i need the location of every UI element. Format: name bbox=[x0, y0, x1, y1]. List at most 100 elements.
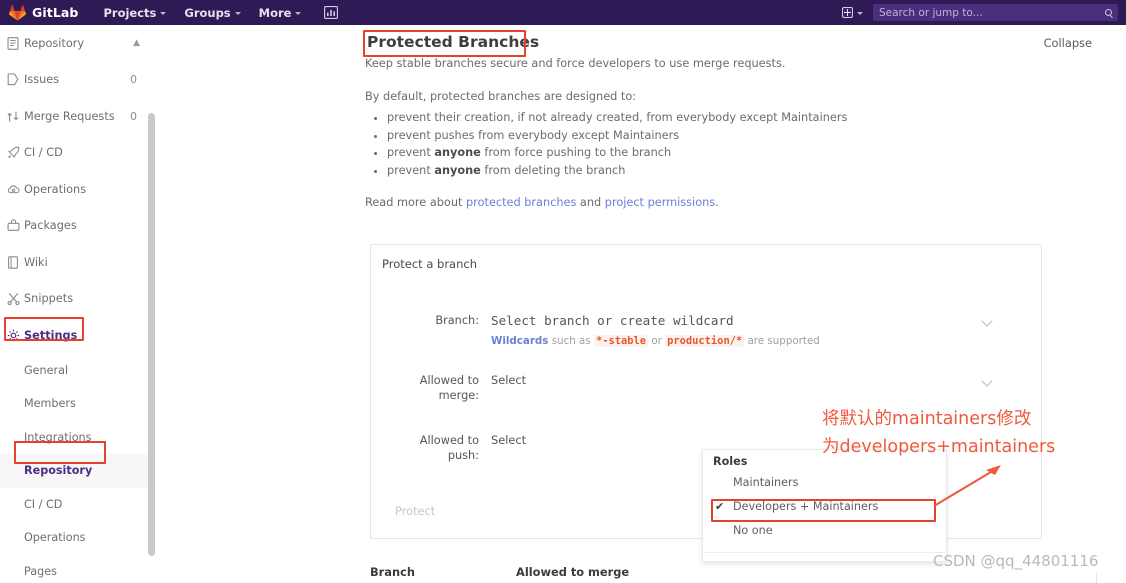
navbar-item-projects[interactable]: Projects bbox=[94, 0, 175, 25]
watermark: CSDN @qq_44801116 bbox=[933, 552, 1099, 570]
sidebar-item-repository[interactable]: Repository ▲ bbox=[0, 25, 148, 62]
annotation-note: 将默认的maintainers修改 为developers+maintainer… bbox=[822, 405, 1122, 461]
book-icon bbox=[7, 256, 24, 269]
page-title: Protected Branches bbox=[367, 33, 540, 51]
roles-dropdown-menu: Roles Maintainers ✔ Developers + Maintai… bbox=[702, 449, 947, 562]
table-header-branch: Branch bbox=[370, 565, 415, 579]
sidebar-item-ci-cd-settings[interactable]: CI / CD bbox=[0, 488, 148, 522]
allowed-to-push-label-line2: push: bbox=[447, 449, 479, 462]
branch-select[interactable]: Select branch or create wildcard Wildcar… bbox=[491, 313, 993, 347]
sidebar-item-packages[interactable]: Packages bbox=[0, 208, 148, 245]
sidebar-item-general[interactable]: General bbox=[0, 354, 148, 388]
allowed-to-merge-label-line2: merge: bbox=[438, 389, 479, 402]
sidebar-item-merge-requests[interactable]: Merge Requests 0 bbox=[0, 98, 148, 135]
search-icon[interactable] bbox=[1105, 9, 1112, 16]
navbar-item-groups[interactable]: Groups bbox=[175, 0, 249, 25]
gear-icon bbox=[7, 329, 24, 342]
chevron-down-icon bbox=[857, 12, 863, 15]
branch-wildcard-hint: Wildcards such as *-stable or production… bbox=[491, 335, 991, 347]
navbar-brand[interactable]: GitLab bbox=[32, 5, 78, 20]
allowed-to-merge-value: Select bbox=[491, 373, 527, 387]
rocket-icon bbox=[7, 146, 24, 159]
sidebar-item-settings[interactable]: Settings bbox=[0, 317, 148, 354]
sidebar-item-members-label: Members bbox=[24, 397, 76, 411]
sidebar-item-ci-cd[interactable]: CI / CD bbox=[0, 135, 148, 172]
branch-label: Branch: bbox=[435, 314, 479, 327]
chevron-up-icon[interactable]: ▲ bbox=[133, 38, 140, 48]
cloud-icon bbox=[7, 183, 24, 196]
sidebar-item-members[interactable]: Members bbox=[0, 387, 148, 421]
wildcards-link[interactable]: Wildcards bbox=[491, 335, 548, 347]
branch-select-value: Select branch or create wildcard bbox=[491, 313, 734, 328]
chevron-down-icon bbox=[160, 12, 167, 15]
roles-option-maintainers-label: Maintainers bbox=[733, 475, 799, 489]
sidebar-item-operations[interactable]: Operations bbox=[0, 171, 148, 208]
sidebar-item-repository-label: Repository bbox=[24, 36, 85, 50]
annotation-note-line2: 为developers+maintainers bbox=[822, 437, 1056, 457]
list-item-emphasis: anyone bbox=[434, 146, 481, 160]
navbar-item-more-label: More bbox=[258, 5, 292, 20]
navbar-item-more[interactable]: More bbox=[250, 0, 311, 25]
gitlab-fox-logo-icon[interactable] bbox=[0, 4, 30, 21]
roles-option-maintainers[interactable]: Maintainers bbox=[703, 470, 946, 494]
sidebar-item-pages-label: Pages bbox=[24, 564, 57, 578]
top-navbar: GitLab Projects Groups More Search or ju… bbox=[0, 0, 1126, 25]
allowed-to-merge-label-line1: Allowed to bbox=[419, 374, 479, 387]
search-placeholder: Search or jump to... bbox=[879, 6, 983, 19]
sidebar-item-operations-settings[interactable]: Operations bbox=[0, 521, 148, 555]
roles-option-no-one-label: No one bbox=[733, 523, 773, 537]
allowed-to-merge-select[interactable]: Select bbox=[491, 373, 993, 403]
page-subtitle: Keep stable branches secure and force de… bbox=[365, 57, 786, 70]
sidebar-item-integrations[interactable]: Integrations bbox=[0, 421, 148, 455]
repository-icon bbox=[7, 36, 24, 50]
protected-branches-link[interactable]: protected branches bbox=[466, 196, 576, 209]
chevron-down-icon bbox=[234, 12, 241, 15]
list-item-text: prevent bbox=[387, 146, 435, 160]
table-header-allowed-to-merge: Allowed to merge bbox=[516, 565, 630, 579]
card-title: Protect a branch bbox=[382, 257, 477, 271]
wildcard-example-2: production/* bbox=[665, 335, 745, 347]
sidebar-item-ci-cd-label: CI / CD bbox=[24, 146, 63, 160]
sidebar-item-repository-settings[interactable]: Repository bbox=[0, 454, 148, 488]
issues-icon bbox=[7, 73, 24, 86]
sidebar-item-issues-count: 0 bbox=[130, 73, 137, 87]
merge-request-icon bbox=[7, 110, 24, 123]
sidebar-item-merge-requests-label: Merge Requests bbox=[24, 109, 115, 123]
list-item-text: from deleting the branch bbox=[480, 163, 626, 177]
roles-option-no-one[interactable]: No one bbox=[703, 518, 946, 542]
sidebar-scrollbar[interactable] bbox=[148, 113, 155, 556]
read-more-line: Read more about protected branches and p… bbox=[365, 196, 1065, 209]
scissors-icon bbox=[7, 292, 24, 306]
allowed-to-push-label: Allowed to push: bbox=[381, 433, 491, 463]
search-input[interactable]: Search or jump to... bbox=[873, 4, 1118, 21]
read-more-suffix: . bbox=[715, 196, 719, 210]
roles-option-developers-maintainers-label: Developers + Maintainers bbox=[733, 499, 879, 513]
protect-button[interactable]: Protect bbox=[395, 504, 435, 518]
chart-bar-icon[interactable] bbox=[316, 6, 346, 19]
sidebar-item-operations-label: Operations bbox=[24, 182, 87, 196]
list-item-emphasis: anyone bbox=[434, 163, 481, 177]
sidebar-item-issues[interactable]: Issues 0 bbox=[0, 62, 148, 99]
read-more-prefix: Read more about bbox=[365, 196, 467, 210]
read-more-middle: and bbox=[576, 196, 605, 210]
sidebar-item-snippets[interactable]: Snippets bbox=[0, 281, 148, 318]
sidebar-item-settings-label: Settings bbox=[24, 328, 78, 342]
new-item-button[interactable] bbox=[836, 7, 869, 18]
list-item: prevent anyone from force pushing to the… bbox=[387, 144, 1065, 162]
sidebar-item-wiki-label: Wiki bbox=[24, 255, 48, 269]
list-item-text: prevent bbox=[387, 163, 435, 177]
allowed-to-merge-form-row: Allowed to merge: Select bbox=[381, 373, 1006, 403]
navbar-item-projects-label: Projects bbox=[103, 5, 157, 20]
sidebar-item-wiki[interactable]: Wiki bbox=[0, 244, 148, 281]
sidebar-item-pages[interactable]: Pages bbox=[0, 555, 148, 583]
sidebar-item-snippets-label: Snippets bbox=[24, 292, 74, 306]
sidebar-item-packages-label: Packages bbox=[24, 219, 77, 233]
roles-dropdown-separator bbox=[704, 552, 945, 553]
list-item: prevent anyone from deleting the branch bbox=[387, 162, 1065, 180]
roles-option-developers-maintainers[interactable]: ✔ Developers + Maintainers bbox=[703, 494, 946, 518]
project-permissions-link[interactable]: project permissions bbox=[605, 196, 715, 209]
wildcard-example-1: *-stable bbox=[594, 335, 649, 347]
table-divider bbox=[1096, 573, 1097, 583]
list-item-text: prevent their creation, if not already c… bbox=[387, 111, 848, 124]
chevron-down-icon bbox=[295, 12, 302, 15]
